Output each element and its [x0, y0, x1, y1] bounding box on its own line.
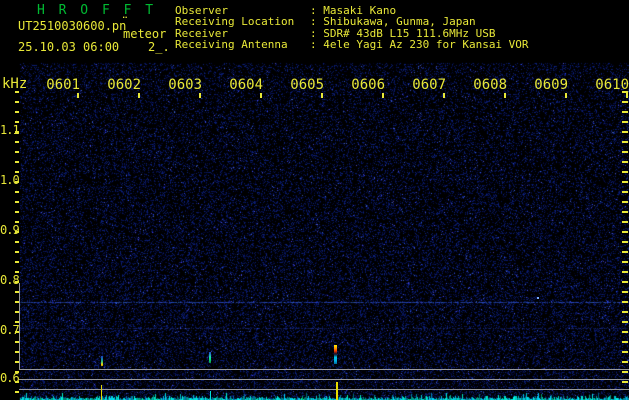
time-tick: [382, 93, 384, 98]
freq-tick-right: [622, 321, 628, 323]
freq-tick: [15, 201, 19, 203]
time-tick-label: 0610: [595, 77, 629, 93]
time-tick: [504, 93, 506, 98]
freq-tick-right: [622, 111, 628, 113]
station-info-block: Observer: Masaki Kano Receiving Location:…: [175, 5, 615, 51]
noise-speck: [537, 297, 539, 299]
time-tick-label: 0604: [229, 77, 263, 93]
freq-tick-right: [622, 251, 628, 253]
freq-tick: [15, 151, 19, 153]
freq-tick: [15, 141, 19, 143]
info-colon: :: [310, 38, 324, 52]
freq-tick: [15, 301, 19, 303]
freq-tick-right: [622, 271, 628, 273]
time-tick: [626, 93, 628, 98]
time-tick: [443, 93, 445, 98]
info-label: Receiving Antenna: [175, 38, 288, 52]
time-tick: [199, 93, 201, 98]
freq-tick: [15, 161, 19, 163]
freq-tick-right: [622, 121, 628, 123]
meteor-echo-mark: [334, 345, 337, 364]
freq-tick: [15, 261, 19, 263]
freq-tick-label: 1.1: [0, 123, 20, 137]
counter-line-bottom: [19, 389, 629, 390]
freq-tick: [15, 211, 19, 213]
time-tick: [77, 93, 79, 98]
signal-level-spike: [210, 391, 211, 400]
time-tick: [138, 93, 140, 98]
time-tick-label: 0607: [412, 77, 446, 93]
time-tick-label: 0602: [107, 77, 141, 93]
freq-tick-right: [622, 291, 628, 293]
freq-tick-label: 0.8: [0, 273, 20, 287]
time-tick-label: 0601: [46, 77, 80, 93]
filename-label: UT2510030600.pn: [18, 19, 127, 33]
freq-tick-right: [622, 151, 628, 153]
freq-tick-right: [622, 221, 628, 223]
freq-tick-label: 0.9: [0, 223, 20, 237]
freq-tick-right: [622, 361, 628, 363]
freq-tick: [15, 101, 19, 103]
freq-tick-right: [622, 141, 628, 143]
freq-tick: [15, 241, 19, 243]
freq-tick-right: [622, 381, 628, 383]
freq-tick-right: [622, 351, 628, 353]
freq-tick-label: 1.0: [0, 173, 20, 187]
signal-level-spike: [336, 382, 338, 400]
freq-tick-label: 0.7: [0, 323, 20, 337]
time-tick: [565, 93, 567, 98]
time-tick-label: 0608: [473, 77, 507, 93]
counter-line-middle: [19, 379, 629, 380]
freq-tick: [15, 311, 19, 313]
freq-tick: [15, 391, 19, 393]
time-tick: [321, 93, 323, 98]
freq-tick-label: 0.6: [0, 371, 20, 385]
freq-tick-right: [622, 231, 628, 233]
freq-tick-right: [622, 281, 628, 283]
freq-tick-right: [622, 171, 628, 173]
freq-tick-right: [622, 371, 628, 373]
info-value: 4ele Yagi Az 230 for Kansai VOR: [323, 38, 529, 52]
freq-tick-right: [622, 341, 628, 343]
hrofft-window: H R O F F T UT2510030600.pn ¨ meteor 25.…: [0, 0, 629, 400]
meteor-echo-mark: [101, 356, 103, 366]
counter-line-top: [19, 369, 629, 370]
spectrogram-canvas: [0, 60, 629, 400]
freq-tick-right: [622, 191, 628, 193]
time-tick-label: 0603: [168, 77, 202, 93]
freq-tick-right: [622, 101, 628, 103]
freq-tick-right: [622, 301, 628, 303]
freq-unit-label: kHz: [2, 76, 28, 92]
freq-tick-right: [622, 181, 628, 183]
info-row: Receiving Antenna: 4ele Yagi Az 230 for …: [175, 38, 615, 52]
freq-tick-right: [622, 311, 628, 313]
freq-tick-right: [622, 331, 628, 333]
freq-tick-right: [622, 201, 628, 203]
freq-tick-right: [622, 161, 628, 163]
meteor-echo-mark: [209, 352, 211, 363]
datetime-label: 25.10.03 06:00 2_.: [18, 40, 170, 54]
freq-tick: [15, 351, 19, 353]
time-tick: [260, 93, 262, 98]
observatory-name-label: meteor: [123, 27, 167, 41]
freq-tick: [15, 361, 19, 363]
time-tick-label: 0609: [534, 77, 568, 93]
freq-tick-right: [622, 261, 628, 263]
freq-tick-right: [622, 241, 628, 243]
freq-tick-right: [622, 131, 628, 133]
freq-tick: [15, 191, 19, 193]
time-tick-label: 0606: [351, 77, 385, 93]
freq-tick: [15, 341, 19, 343]
signal-level-spike: [101, 385, 102, 400]
freq-tick: [15, 251, 19, 253]
app-title: H R O F F T: [37, 3, 157, 18]
freq-tick-right: [622, 211, 628, 213]
time-tick-label: 0605: [290, 77, 324, 93]
freq-tick: [15, 291, 19, 293]
freq-tick: [15, 111, 19, 113]
